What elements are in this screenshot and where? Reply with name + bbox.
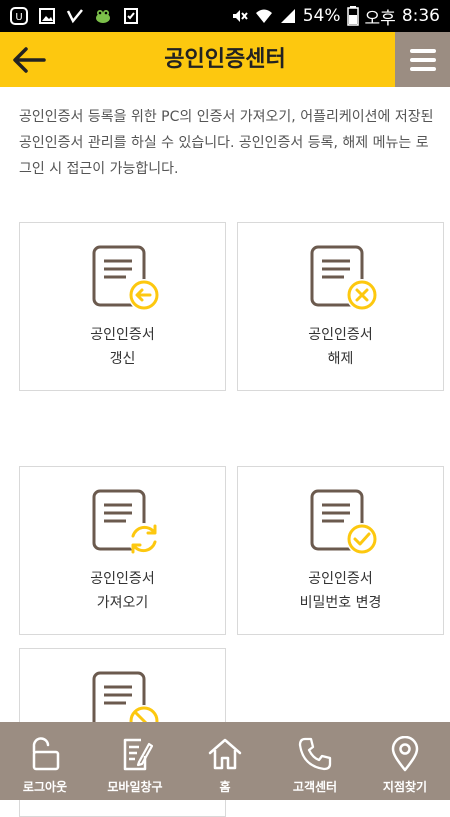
menu-button[interactable] (395, 32, 450, 87)
card-certificate-remove[interactable]: 공인인증서 해제 (237, 222, 444, 391)
intro-text: 공인인증서 등록을 위한 PC의 인증서 가져오기, 어플리케이션에 저장된 공… (19, 109, 434, 177)
back-arrow-icon (13, 47, 46, 73)
home-icon (208, 738, 242, 770)
nav-label: 지점찾기 (382, 780, 428, 794)
location-pin-icon (391, 736, 419, 772)
status-bar: U 54% 오후 8:36 (0, 0, 450, 32)
app-header: 공인인증센터 (0, 32, 450, 87)
nav-logout[interactable]: 로그아웃 (0, 722, 90, 800)
nav-label: 홈 (219, 780, 231, 794)
bottom-nav: 로그아웃 모바일창구 홈 고객센터 지점찾기 (0, 722, 450, 800)
nav-customer-center[interactable]: 고객센터 (270, 722, 360, 800)
back-button[interactable] (8, 40, 52, 80)
clock-time: 8:36 (401, 6, 440, 26)
card-certificate-renew[interactable]: 공인인증서 갱신 (19, 222, 226, 391)
certificate-remove-icon (310, 245, 378, 311)
signal-check-icon (66, 9, 83, 24)
battery-percent: 54% (302, 6, 341, 26)
hamburger-icon-bar (409, 48, 436, 53)
phone-icon (298, 737, 332, 771)
certificate-renew-icon (92, 245, 160, 311)
certificate-password-icon (310, 489, 378, 555)
card-label: 공인인증서 가져오기 (90, 571, 155, 611)
nav-mobile-window[interactable]: 모바일창구 (90, 722, 180, 800)
unlock-icon (32, 737, 60, 771)
battery-icon (346, 6, 359, 26)
nav-label: 모바일창구 (107, 780, 163, 794)
app-badge-icon: U (10, 7, 28, 25)
hamburger-icon-bar (409, 57, 436, 62)
nav-label: 고객센터 (292, 780, 338, 794)
card-label: 공인인증서 비밀번호 변경 (299, 571, 382, 611)
signal-icon (280, 9, 295, 23)
clipboard-check-icon (124, 8, 138, 24)
card-certificate-password[interactable]: 공인인증서 비밀번호 변경 (237, 466, 444, 635)
nav-branch-finder[interactable]: 지점찾기 (360, 722, 450, 800)
mute-icon (232, 10, 248, 22)
page-title: 공인인증센터 (164, 47, 286, 72)
gallery-icon (39, 8, 55, 24)
wifi-icon (255, 9, 272, 23)
frog-app-icon (96, 10, 110, 23)
nav-home[interactable]: 홈 (180, 722, 270, 800)
certificate-import-icon (92, 489, 160, 555)
svg-text:U: U (15, 12, 22, 23)
hamburger-icon-bar (409, 66, 436, 71)
card-label: 공인인증서 갱신 (90, 327, 155, 367)
clock-ampm: 오후 (364, 8, 396, 29)
edit-document-icon (123, 738, 153, 771)
card-label: 공인인증서 해제 (308, 327, 373, 367)
card-certificate-import[interactable]: 공인인증서 가져오기 (19, 466, 226, 635)
nav-label: 로그아웃 (22, 780, 68, 794)
